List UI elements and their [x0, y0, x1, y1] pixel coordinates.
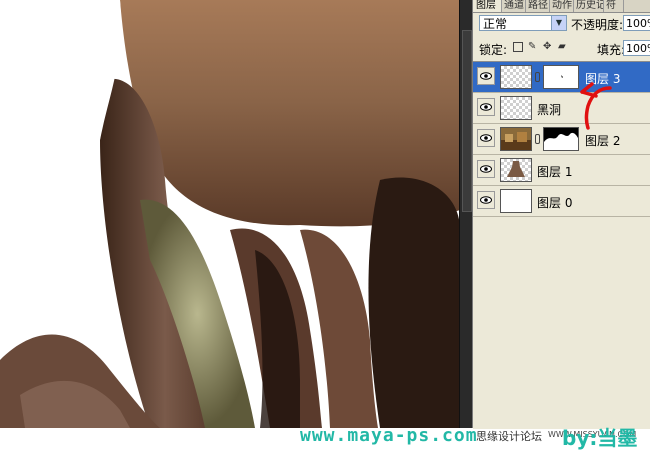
opacity-label: 不透明度: — [571, 18, 624, 32]
layer-thumbnail[interactable] — [500, 65, 532, 89]
lock-transparency-icon[interactable] — [513, 42, 523, 52]
lock-row: 锁定: ✎ ✥ ▰ 填充: 100% — [473, 37, 650, 59]
layer-mask-thumbnail[interactable] — [543, 127, 579, 151]
blend-mode-select[interactable]: 正常 ▼ — [479, 15, 567, 31]
document-canvas[interactable] — [0, 0, 472, 450]
eye-icon[interactable] — [477, 191, 495, 209]
layer-thumbnail[interactable] — [500, 189, 532, 213]
link-icon[interactable] — [535, 134, 540, 144]
lock-move-icon[interactable]: ✥ — [543, 42, 553, 52]
lock-all-icon[interactable]: ▰ — [558, 42, 568, 52]
tab-layers[interactable]: 图层 — [473, 0, 502, 12]
eye-icon[interactable] — [477, 160, 495, 178]
vertical-scrollbar[interactable] — [459, 0, 472, 428]
fill-label: 填充: — [597, 43, 626, 57]
lock-label: 锁定: — [479, 43, 508, 57]
layer-row[interactable]: 图层 0 — [473, 186, 650, 217]
watermark-site: www.maya-ps.com — [300, 425, 478, 446]
layer-name: 图层 1 — [537, 165, 573, 179]
watermark-forum: 思缘设计论坛 — [476, 430, 542, 443]
tab-history[interactable]: 历史记录 — [573, 0, 604, 12]
fill-input[interactable]: 100% — [623, 40, 650, 56]
blend-mode-value: 正常 — [483, 17, 508, 31]
lock-brush-icon[interactable]: ✎ — [528, 42, 538, 52]
scrollbar-thumb[interactable] — [462, 30, 472, 212]
opacity-input[interactable]: 100% — [623, 15, 650, 31]
layer-thumbnail[interactable] — [500, 96, 532, 120]
eye-icon[interactable] — [477, 98, 495, 116]
layer-name: 图层 2 — [585, 134, 621, 148]
tab-actions[interactable]: 动作 — [549, 0, 574, 12]
layer-row[interactable]: 黑洞 — [473, 93, 650, 124]
eye-icon[interactable] — [477, 67, 495, 85]
layer-name: 黑洞 — [537, 103, 562, 117]
layer-thumbnail[interactable] — [500, 158, 532, 182]
layers-panel: 图层 通道 路径 动作 历史记录 符 正常 ▼ 不透明度: 100% 锁定: ✎… — [472, 0, 650, 429]
tab-paths[interactable]: 路径 — [525, 0, 550, 12]
layer-mask-thumbnail[interactable] — [543, 65, 579, 89]
red-arrow-annotation — [580, 82, 612, 130]
watermark-author: by:当墨 — [562, 426, 638, 450]
chevron-down-icon[interactable]: ▼ — [551, 16, 566, 30]
layers-list: 图层 3 黑洞 图层 2 图层 1 图层 0 — [473, 61, 650, 429]
tab-character[interactable]: 符 — [603, 0, 624, 12]
layer-thumbnail[interactable] — [500, 127, 532, 151]
artwork-image — [0, 0, 460, 428]
layer-row[interactable]: 图层 3 — [473, 62, 650, 93]
tab-channels[interactable]: 通道 — [501, 0, 526, 12]
layer-name: 图层 0 — [537, 196, 573, 210]
eye-icon[interactable] — [477, 129, 495, 147]
panel-tabs: 图层 通道 路径 动作 历史记录 符 — [473, 0, 650, 13]
layer-row[interactable]: 图层 2 — [473, 124, 650, 155]
layer-row[interactable]: 图层 1 — [473, 155, 650, 186]
link-icon[interactable] — [535, 72, 540, 82]
blend-row: 正常 ▼ 不透明度: 100% — [473, 13, 650, 35]
